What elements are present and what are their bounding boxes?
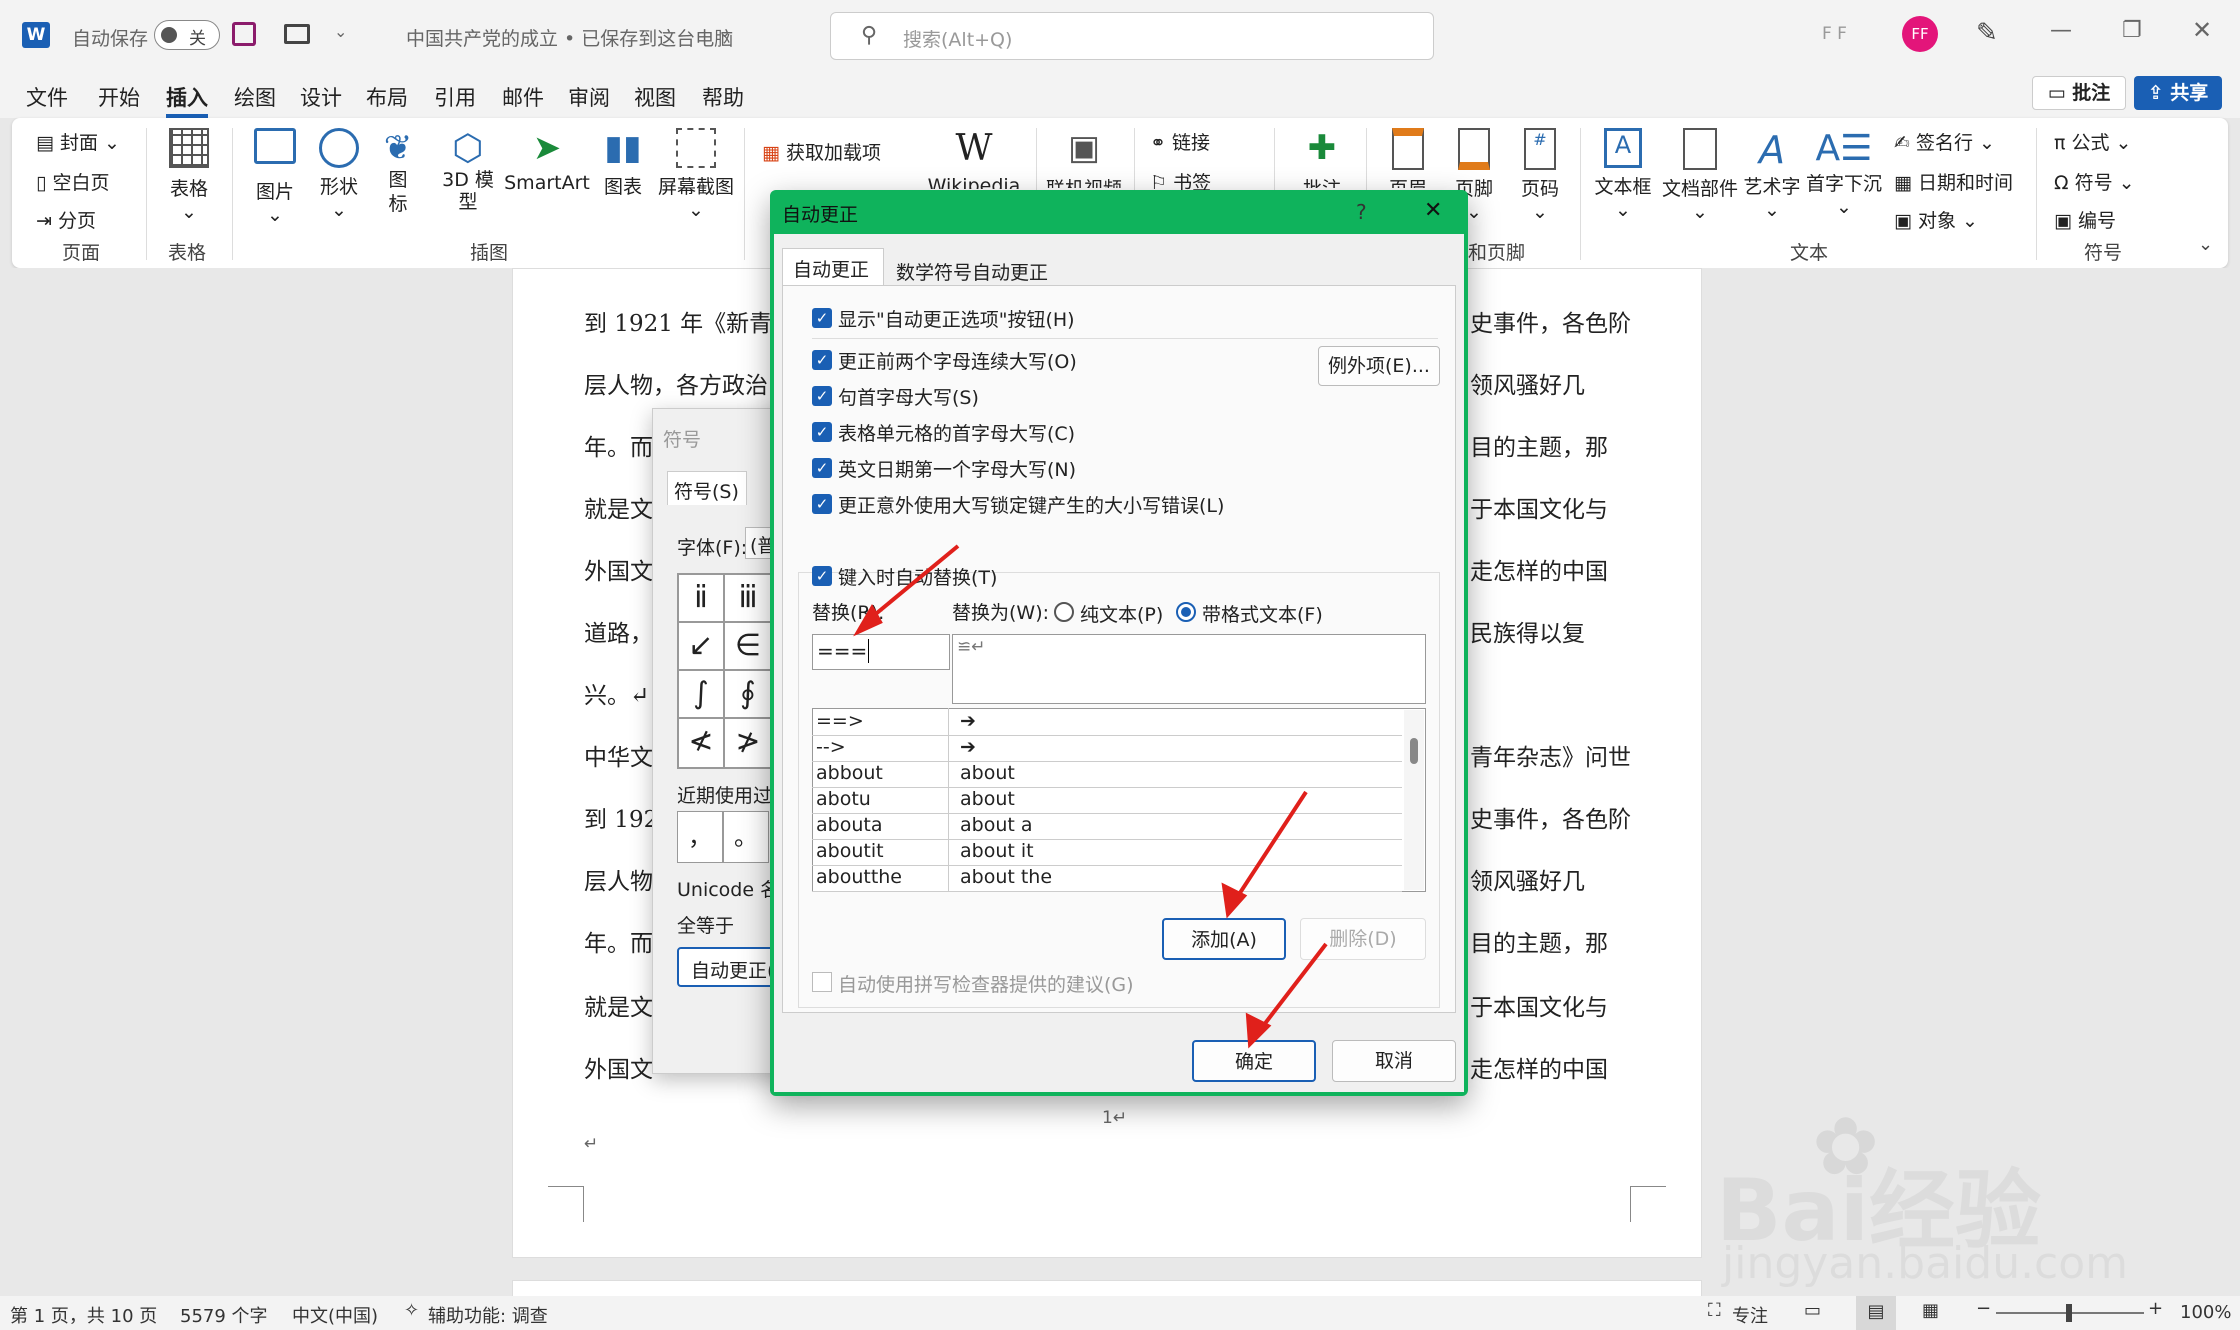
- status-language[interactable]: 中文(中国): [292, 1302, 378, 1328]
- status-bar: 第 1 页，共 10 页 5579 个字 中文(中国) ✧ 辅助功能: 调查 ⛶…: [0, 1296, 2240, 1330]
- print-layout-icon[interactable]: ▤: [1856, 1296, 1896, 1330]
- status-accessibility[interactable]: 辅助功能: 调查: [428, 1302, 548, 1328]
- watermark-url: jingyan.baidu.com: [1722, 1238, 2129, 1289]
- accessibility-icon: ✧: [404, 1300, 420, 1321]
- annotation-arrow: [864, 544, 960, 624]
- zoom-slider-thumb[interactable]: [2066, 1304, 2072, 1322]
- annotation-arrow: [1232, 790, 1308, 904]
- annotation-arrow: [1258, 942, 1328, 1032]
- status-focus[interactable]: 专注: [1732, 1302, 1768, 1328]
- zoom-out-icon[interactable]: −: [1976, 1298, 1991, 1319]
- zoom-slider[interactable]: [1996, 1304, 2144, 1322]
- zoom-in-icon[interactable]: +: [2148, 1298, 2163, 1319]
- status-page-count[interactable]: 第 1 页，共 10 页: [10, 1302, 157, 1328]
- read-mode-icon[interactable]: ▭: [1804, 1300, 1821, 1321]
- status-word-count[interactable]: 5579 个字: [180, 1302, 268, 1328]
- baidu-watermark: ✿ Bai经验 jingyan.baidu.com: [1716, 1100, 2136, 1300]
- focus-icon[interactable]: ⛶: [1708, 1300, 1721, 1321]
- web-layout-icon[interactable]: ▦: [1922, 1300, 1939, 1321]
- status-zoom[interactable]: 100%: [2180, 1302, 2231, 1323]
